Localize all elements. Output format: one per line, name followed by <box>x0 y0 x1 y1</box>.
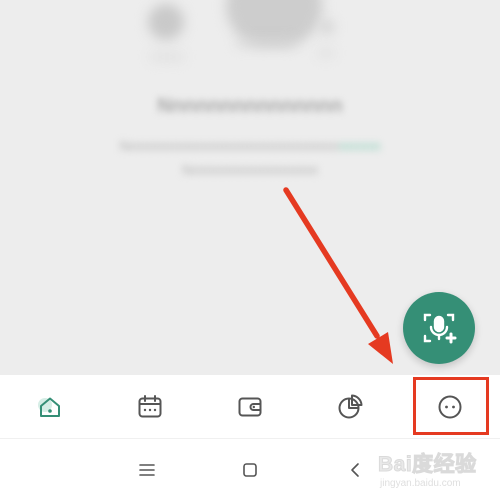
illustration-blob <box>148 4 184 40</box>
home-square-icon <box>243 463 257 477</box>
tab-wallet[interactable] <box>200 375 300 438</box>
home-icon <box>38 397 60 417</box>
empty-state-description-2: Nnnnnnnnnnnnnnnn <box>182 162 318 179</box>
tab-statistics[interactable] <box>300 375 400 438</box>
illustration-shadow <box>236 40 296 46</box>
back-icon <box>351 463 359 477</box>
app-screen: Nnnnnnnnnnnnnnn Nnnnnnnnnnnnnnnnnnnnnnnn… <box>0 0 500 500</box>
system-back-button[interactable] <box>343 458 367 482</box>
calendar-icon <box>138 394 162 417</box>
empty-state-link[interactable]: nnnnn <box>339 138 381 155</box>
tab-calendar[interactable] <box>100 375 200 438</box>
watermark: Bai度经验 jingyan.baidu.com <box>378 448 498 496</box>
menu-icon <box>139 464 155 476</box>
system-menu-button[interactable] <box>135 458 159 482</box>
empty-state-description-text: Nnnnnnnnnnnnnnnnnnnnnnnnnn <box>119 138 339 155</box>
system-home-button[interactable] <box>238 458 262 482</box>
watermark-url: jingyan.baidu.com <box>380 478 461 489</box>
empty-state-title: Nnnnnnnnnnnnnnn <box>157 95 343 117</box>
voice-add-button[interactable] <box>403 292 475 364</box>
illustration-dot <box>320 20 334 34</box>
watermark-logo: Bai度经验 <box>378 453 477 477</box>
bottom-tab-bar <box>0 375 500 438</box>
illustration-shadow-left <box>150 54 184 60</box>
tab-home[interactable] <box>0 375 100 438</box>
pie-chart-icon <box>338 394 363 418</box>
voice-add-icon <box>423 313 457 344</box>
illustration-shadow-right <box>318 50 334 56</box>
empty-state-description: Nnnnnnnnnnnnnnnnnnnnnnnnnnnnnnn <box>0 138 500 155</box>
tab-more[interactable] <box>400 375 500 438</box>
more-icon <box>438 395 462 418</box>
wallet-icon <box>238 397 262 416</box>
